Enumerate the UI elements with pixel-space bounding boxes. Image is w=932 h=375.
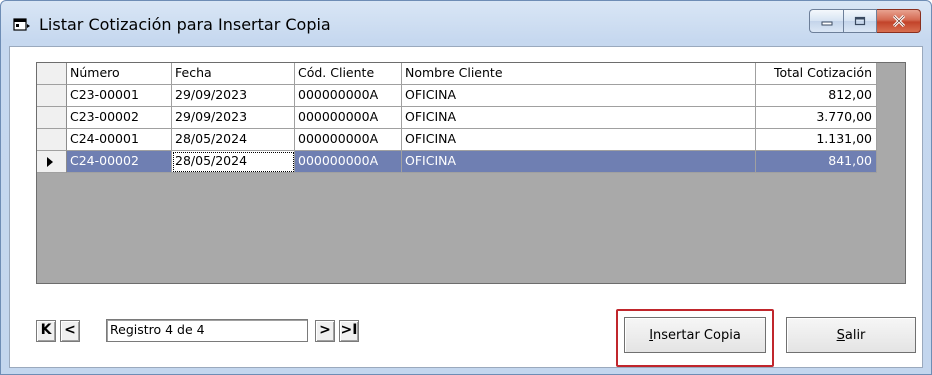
app-window-icon [13,18,30,31]
first-record-button[interactable]: K [36,320,56,342]
cell-total[interactable]: 812,00 [756,85,877,107]
column-header-nombre-cliente[interactable]: Nombre Cliente [402,63,756,85]
record-position-field[interactable]: Registro 4 de 4 [106,319,308,342]
cell-nombre-cliente[interactable]: OFICINA [402,129,756,151]
table-row[interactable]: C24-00001 28/05/2024 000000000A OFICINA … [37,129,885,151]
previous-record-button[interactable]: < [60,320,80,342]
cell-fecha[interactable]: 29/09/2023 [172,85,295,107]
cell-nombre-cliente[interactable]: OFICINA [402,85,756,107]
cell-total[interactable]: 841,00 [756,151,877,173]
dialog-client-area: Número Fecha Cód. Cliente Nombre Cliente… [9,46,923,368]
maximize-icon [854,16,866,26]
column-header-numero[interactable]: Número [67,63,172,85]
last-record-button[interactable]: >I [339,320,359,342]
row-indicator[interactable] [37,85,67,107]
cell-numero[interactable]: C23-00001 [67,85,172,107]
grid-header-row: Número Fecha Cód. Cliente Nombre Cliente… [37,63,885,85]
cell-fecha[interactable]: 28/05/2024 [172,151,295,173]
column-header-fecha[interactable]: Fecha [172,63,295,85]
cell-nombre-cliente[interactable]: OFICINA [402,151,756,173]
cell-cod-cliente[interactable]: 000000000A [295,107,402,129]
column-header-total[interactable]: Total Cotización [756,63,877,85]
insert-copy-button[interactable]: Insertar Copia [624,317,766,353]
exit-label: alir [844,327,866,343]
minimize-icon [821,21,832,26]
table-row-selected[interactable]: C24-00002 28/05/2024 000000000A OFICINA … [37,151,885,173]
table-row[interactable]: C23-00002 29/09/2023 000000000A OFICINA … [37,107,885,129]
table-row[interactable]: C23-00001 29/09/2023 000000000A OFICINA … [37,85,885,107]
cell-total[interactable]: 3.770,00 [756,107,877,129]
cell-cod-cliente[interactable]: 000000000A [295,151,402,173]
header-indicator-cell [37,63,67,85]
quotations-grid[interactable]: Número Fecha Cód. Cliente Nombre Cliente… [36,62,906,284]
column-header-cod-cliente[interactable]: Cód. Cliente [295,63,402,85]
minimize-button[interactable] [809,9,843,33]
exit-button[interactable]: Salir [786,317,916,353]
cell-nombre-cliente[interactable]: OFICINA [402,107,756,129]
title-bar[interactable]: Listar Cotización para Insertar Copia [1,1,931,45]
cell-fecha[interactable]: 29/09/2023 [172,107,295,129]
cell-numero[interactable]: C24-00002 [67,151,172,173]
exit-accelerator: S [836,327,845,343]
current-row-arrow-icon [47,157,53,167]
row-indicator[interactable] [37,151,67,173]
caption-buttons [809,9,921,33]
cell-cod-cliente[interactable]: 000000000A [295,85,402,107]
cell-numero[interactable]: C23-00002 [67,107,172,129]
cell-cod-cliente[interactable]: 000000000A [295,129,402,151]
cell-fecha[interactable]: 28/05/2024 [172,129,295,151]
dialog-window: Listar Cotización para Insertar Copia Nú… [0,0,932,375]
insert-copy-label: nsertar Copia [653,327,741,343]
row-indicator[interactable] [37,129,67,151]
maximize-button[interactable] [843,9,877,33]
cell-total[interactable]: 1.131,00 [756,129,877,151]
window-title: Listar Cotización para Insertar Copia [39,15,331,34]
cell-numero[interactable]: C24-00001 [67,129,172,151]
close-button[interactable] [877,9,921,33]
close-icon [892,15,905,27]
next-record-button[interactable]: > [315,320,335,342]
row-indicator[interactable] [37,107,67,129]
